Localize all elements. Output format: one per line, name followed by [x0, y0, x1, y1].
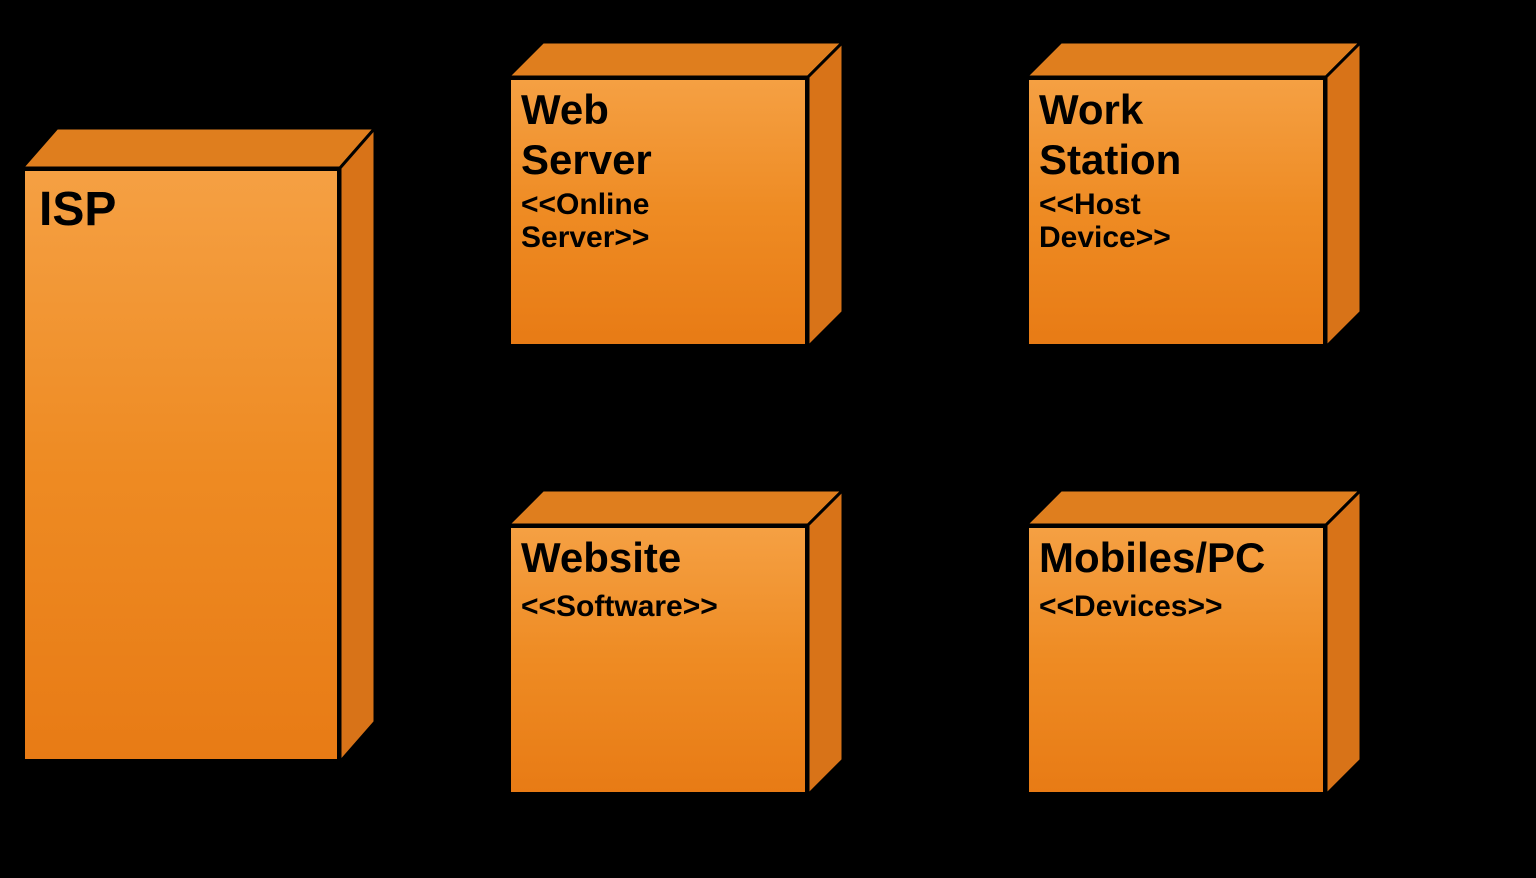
- node-web-server-stereo-l2: Server>>: [521, 221, 793, 254]
- node-isp-face: ISP: [22, 168, 340, 762]
- node-web-server-title-l2: Server: [521, 138, 793, 182]
- node-work-station-stereo-l2: Device>>: [1039, 221, 1311, 254]
- node-website-stereo: <<Software>>: [521, 590, 793, 623]
- node-isp-title: ISP: [39, 185, 325, 235]
- node-work-station-face: Work Station <<Host Device>>: [1026, 77, 1326, 347]
- node-website-face: Website <<Software>>: [508, 525, 808, 795]
- node-mobiles-pc-face: Mobiles/PC <<Devices>>: [1026, 525, 1326, 795]
- node-mobiles-pc-title: Mobiles/PC: [1039, 536, 1311, 580]
- node-web-server-face: Web Server <<Online Server>>: [508, 77, 808, 347]
- node-web-server-title-l1: Web: [521, 88, 793, 132]
- node-mobiles-pc-stereo: <<Devices>>: [1039, 590, 1311, 623]
- node-work-station-title-l1: Work: [1039, 88, 1311, 132]
- node-work-station-title-l2: Station: [1039, 138, 1311, 182]
- node-web-server-stereo-l1: <<Online: [521, 188, 793, 221]
- node-work-station-stereo-l1: <<Host: [1039, 188, 1311, 221]
- node-website-title: Website: [521, 536, 793, 580]
